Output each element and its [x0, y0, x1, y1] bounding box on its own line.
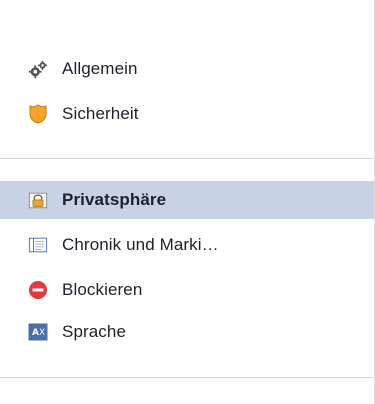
menu-item-blocking[interactable]: Blockieren [0, 271, 374, 309]
language-icon: A X [28, 322, 48, 342]
divider [0, 377, 374, 378]
svg-text:X: X [39, 328, 45, 338]
menu-item-general[interactable]: Allgemein [0, 50, 374, 88]
shield-icon [28, 104, 48, 124]
menu-item-language[interactable]: A X Sprache [0, 313, 374, 351]
menu-item-label: Sicherheit [62, 104, 139, 123]
padlock-icon [28, 190, 48, 210]
menu-item-timeline[interactable]: Chronik und Marki… [0, 226, 374, 264]
gears-icon [28, 59, 48, 79]
svg-text:A: A [32, 328, 39, 338]
divider [0, 158, 374, 159]
menu-item-security[interactable]: Sicherheit [0, 95, 374, 133]
menu-item-label: Allgemein [62, 59, 138, 78]
menu-item-label: Sprache [62, 322, 127, 341]
menu-item-label: Chronik und Marki… [62, 235, 219, 254]
menu-item-label: Blockieren [62, 280, 143, 299]
timeline-icon [28, 235, 48, 255]
block-icon [28, 280, 48, 300]
menu-item-privacy[interactable]: Privatsphäre [0, 181, 374, 219]
menu-item-label: Privatsphäre [62, 190, 167, 209]
